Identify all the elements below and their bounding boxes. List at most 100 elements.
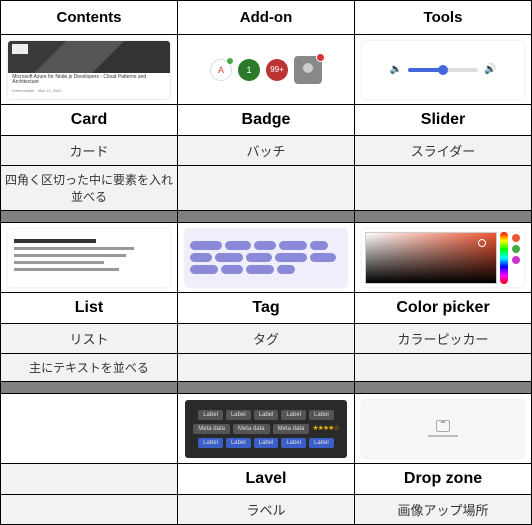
colorpicker-desc	[355, 354, 532, 382]
card-preview: Microsoft Azure for Node.js Developers -…	[8, 41, 170, 99]
label-chip-active: Label	[281, 438, 306, 448]
colorpicker-preview	[362, 229, 524, 287]
slider-desc	[355, 166, 532, 211]
header-contents: Contents	[1, 1, 178, 35]
tag-pill-icon	[279, 241, 307, 250]
upload-icon	[436, 420, 450, 432]
tag-pill-icon	[190, 253, 212, 262]
dropzone-text-line	[428, 435, 458, 437]
list-line-icon	[14, 261, 104, 264]
list-sub: リスト	[1, 324, 178, 354]
dropzone-preview	[362, 400, 524, 458]
colorpicker-title: Color picker	[355, 293, 532, 324]
row3-thumbnails: Label Label Label Label Label Meta data …	[1, 394, 532, 464]
label-row: Label Label Label Label Label	[190, 438, 342, 448]
slider-thumb-cell: 🔈 🔊	[355, 35, 532, 105]
row2-sub: リスト タグ カラーピッカー	[1, 324, 532, 354]
empty-thumb-cell	[1, 394, 178, 464]
card-title: Card	[1, 105, 178, 136]
list-line-icon	[14, 268, 119, 271]
tag-title: Tag	[178, 293, 355, 324]
list-line-icon	[14, 247, 134, 250]
label-row: Meta data Meta data Meta data ★★★★☆	[190, 424, 342, 434]
tag-pill-icon	[275, 253, 307, 262]
meta-chip: Meta data	[193, 424, 230, 434]
slider-sub: スライダー	[355, 136, 532, 166]
slider-knob	[438, 65, 448, 75]
color-gradient	[365, 232, 497, 284]
label-sub: ラベル	[178, 495, 355, 525]
row3-titles: Lavel Drop zone	[1, 464, 532, 495]
list-line-icon	[14, 239, 96, 243]
badge-avatar	[294, 56, 322, 84]
list-line-icon	[14, 254, 126, 257]
dropzone-title: Drop zone	[355, 464, 532, 495]
volume-low-icon: 🔈	[390, 64, 402, 75]
label-chip: Label	[226, 410, 251, 420]
table-header-row: Contents Add-on Tools	[1, 1, 532, 35]
row1-titles: Card Badge Slider	[1, 105, 532, 136]
dropzone-thumb-cell	[355, 394, 532, 464]
tag-pill-icon	[225, 241, 251, 250]
badge-count: 1	[238, 59, 260, 81]
slider-preview: 🔈 🔊	[362, 41, 524, 99]
preset-dot-icon	[512, 256, 520, 264]
header-tools: Tools	[355, 1, 532, 35]
colorpicker-thumb-cell	[355, 223, 532, 293]
row3-sub: ラベル 画像アップ場所	[1, 495, 532, 525]
badge-overflow: 99+	[266, 59, 288, 81]
row2-titles: List Tag Color picker	[1, 293, 532, 324]
label-chip-active: Label	[254, 438, 279, 448]
row2-desc: 主にテキストを並べる	[1, 354, 532, 382]
preset-dot-icon	[512, 234, 520, 242]
list-thumb-cell	[1, 223, 178, 293]
star-rating-icon: ★★★★☆	[312, 424, 338, 434]
badge-title: Badge	[178, 105, 355, 136]
badge-thumb-cell: A 1 99+	[178, 35, 355, 105]
preset-dot-icon	[512, 245, 520, 253]
meta-chip: Meta data	[233, 424, 270, 434]
empty-title	[1, 464, 178, 495]
label-preview: Label Label Label Label Label Meta data …	[185, 400, 347, 458]
card-image	[8, 41, 170, 73]
tag-pill-icon	[246, 265, 274, 274]
divider-1	[1, 211, 532, 223]
row2-thumbnails	[1, 223, 532, 293]
label-row: Label Label Label Label Label	[190, 410, 342, 420]
card-headline: Microsoft Azure for Node.js Developers -…	[8, 73, 170, 88]
tag-preview	[185, 229, 347, 287]
tag-sub: タグ	[178, 324, 355, 354]
row1-desc: 四角く区切った中に要素を入れ並べる	[1, 166, 532, 211]
badge-sub: バッチ	[178, 136, 355, 166]
ui-component-table: Contents Add-on Tools Microsoft Azure fo…	[0, 0, 532, 525]
label-chip: Label	[254, 410, 279, 420]
label-chip-active: Label	[198, 438, 223, 448]
tag-pill-icon	[215, 253, 243, 262]
card-meta: Intermediate · Mar 13, 2020	[8, 88, 170, 93]
slider-title: Slider	[355, 105, 532, 136]
badge-desc	[178, 166, 355, 211]
volume-high-icon: 🔊	[484, 64, 496, 75]
header-addon: Add-on	[178, 1, 355, 35]
label-chip: Label	[281, 410, 306, 420]
list-title: List	[1, 293, 178, 324]
label-thumb-cell: Label Label Label Label Label Meta data …	[178, 394, 355, 464]
tag-pill-icon	[277, 265, 295, 274]
badge-letter: A	[210, 59, 232, 81]
tag-pill-icon	[310, 253, 336, 262]
label-title: Lavel	[178, 464, 355, 495]
tag-pill-icon	[246, 253, 272, 262]
row1-thumbnails: Microsoft Azure for Node.js Developers -…	[1, 35, 532, 105]
card-sub: カード	[1, 136, 178, 166]
list-preview	[8, 229, 170, 287]
tag-pill-icon	[190, 241, 222, 250]
label-chip: Label	[198, 410, 223, 420]
slider-track	[408, 68, 478, 72]
tag-pill-icon	[310, 241, 328, 250]
tag-pill-icon	[254, 241, 276, 250]
tag-desc	[178, 354, 355, 382]
card-thumb-cell: Microsoft Azure for Node.js Developers -…	[1, 35, 178, 105]
tag-pill-icon	[190, 265, 218, 274]
empty-sub	[1, 495, 178, 525]
row1-sub: カード バッチ スライダー	[1, 136, 532, 166]
